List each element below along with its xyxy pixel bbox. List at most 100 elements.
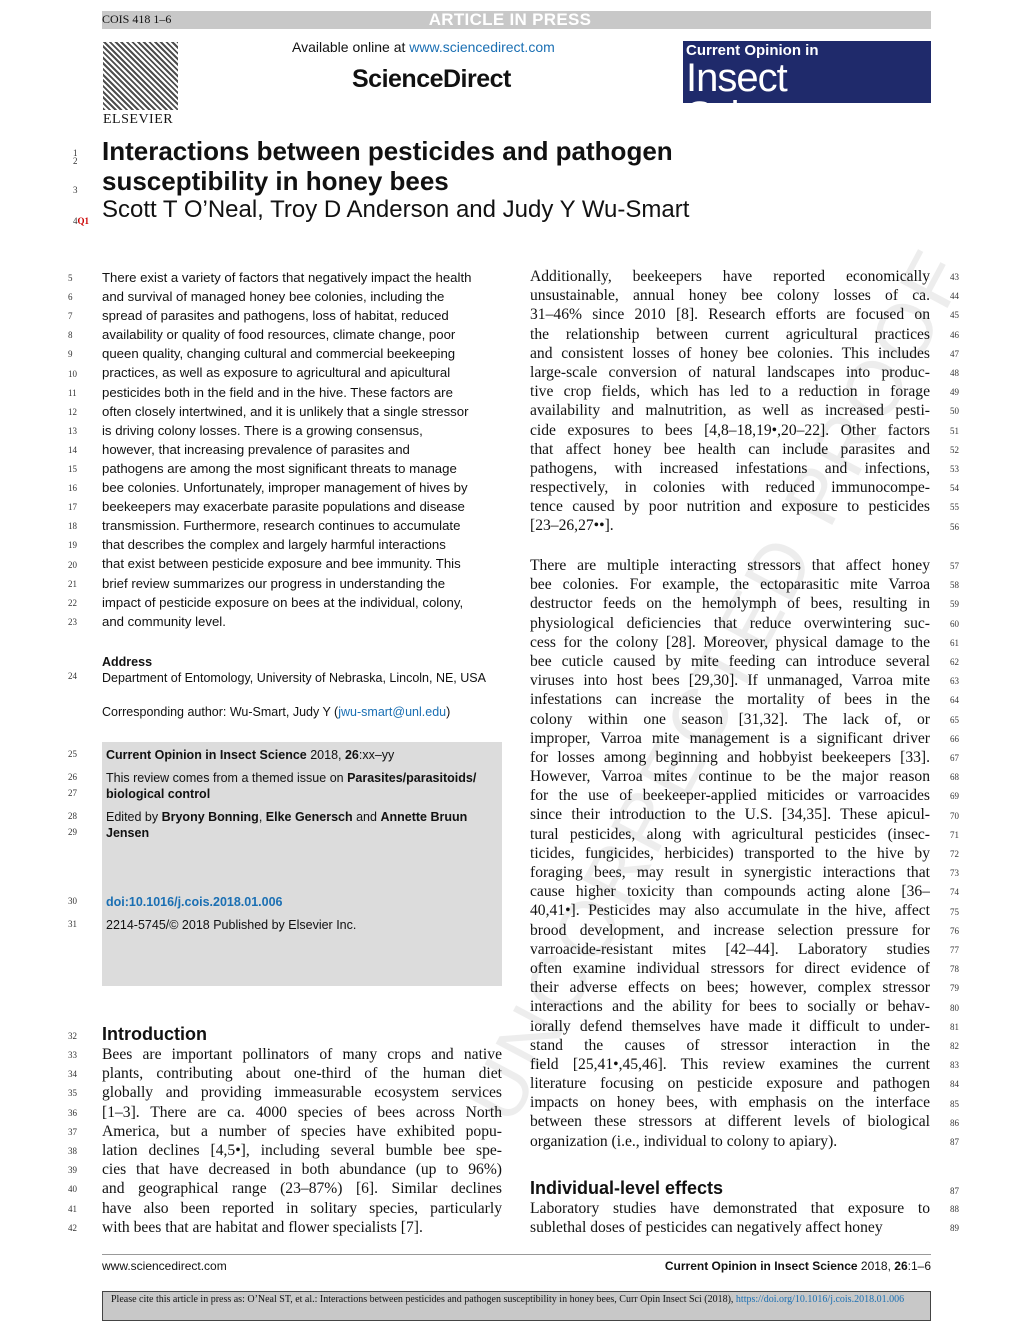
email-link[interactable]: jwu-smart@unl.edu bbox=[338, 705, 446, 719]
citation-doi-link[interactable]: https://doi.org/10.1016/j.cois.2018.01.0… bbox=[736, 1294, 904, 1305]
text-line: literature focusing on pesticide exposur… bbox=[530, 1075, 930, 1093]
section-heading-individual: Individual-level effects bbox=[530, 1178, 724, 1198]
text-line: interactions and the ability for bees to… bbox=[530, 998, 930, 1016]
text-line: transmission. Furthermore, research cont… bbox=[102, 518, 461, 534]
line-number: 55 bbox=[950, 502, 959, 513]
line-number: 30 bbox=[68, 896, 77, 906]
line-number: 25 bbox=[68, 749, 77, 759]
available-label: Available online at bbox=[292, 39, 410, 55]
text-line: sublethal doses of pesticides can negati… bbox=[530, 1219, 883, 1237]
text-line: tive crop fields, which has led to a red… bbox=[530, 383, 930, 401]
text-segment: Current Opinion in Insect Science bbox=[106, 748, 307, 762]
text-line: cess for the colony [28]. Moreover, phys… bbox=[530, 633, 930, 651]
text-line: often examine individual stressors for d… bbox=[530, 959, 930, 977]
line-number: 28 bbox=[68, 811, 77, 821]
text-line: practices, as well as exposure to agricu… bbox=[102, 365, 451, 381]
line-number: 48 bbox=[950, 368, 959, 378]
line-number: 86 bbox=[950, 1117, 959, 1128]
line-number: 32 bbox=[68, 1031, 77, 1041]
introduction-body: Bees are important pollinators of many c… bbox=[102, 1045, 502, 1237]
footer-journal: Current Opinion in Insect Science 2018, … bbox=[665, 1259, 931, 1273]
line-number: 21 bbox=[68, 578, 77, 589]
line-number: 14 bbox=[68, 444, 77, 455]
text-line: Laboratory studies have demonstrated tha… bbox=[530, 1200, 930, 1217]
address-section: Address Department of Entomology, Univer… bbox=[102, 654, 502, 720]
text-line: 31–46% since 2010 [8]. Research efforts … bbox=[530, 306, 930, 324]
text-line: stand the causes of stressor interaction… bbox=[530, 1036, 930, 1054]
text-line: improper, Varroa mite management is a si… bbox=[530, 729, 930, 747]
text-line: that affect honey bee health can include… bbox=[530, 440, 930, 458]
text-line: between these stressors at different lev… bbox=[530, 1113, 930, 1131]
text-segment: Elke Genersch bbox=[265, 810, 353, 824]
line-number: 79 bbox=[950, 983, 959, 994]
line-number: 74 bbox=[950, 887, 959, 898]
copyright: 2214-5745/© 2018 Published by Elsevier I… bbox=[106, 918, 357, 932]
text-line: cause higher toxicity than compounds act… bbox=[530, 883, 930, 901]
line-number: 67 bbox=[950, 753, 959, 763]
text-line: pesticides both in the field and in the … bbox=[102, 384, 453, 400]
journal-logo: Current Opinion in Insect Science bbox=[683, 41, 931, 136]
line-number: 4Q1 bbox=[73, 216, 89, 226]
abstract: There exist a variety of factors that ne… bbox=[102, 268, 502, 631]
footer-divider bbox=[102, 1254, 931, 1255]
paragraph: There are multiple interacting stressors… bbox=[530, 556, 930, 1151]
line-number: 87 bbox=[950, 1186, 959, 1196]
line-number: 68 bbox=[950, 772, 959, 783]
text-line: for losses among beginning and hobbyist … bbox=[530, 748, 930, 766]
text-segment: , bbox=[258, 810, 266, 824]
line-number: 85 bbox=[950, 1098, 959, 1109]
query-mark[interactable]: Q1 bbox=[78, 216, 90, 226]
text-line: [23–26,27••]. bbox=[530, 517, 614, 535]
citation-box: Please cite this article in press as: O’… bbox=[102, 1291, 931, 1321]
line-number: 69 bbox=[950, 791, 959, 802]
line-number: 34 bbox=[68, 1069, 77, 1080]
text-line: the relationship between current agricul… bbox=[530, 325, 930, 343]
text-line: field [25,41•,45,46]. This review examin… bbox=[530, 1055, 930, 1073]
line-number: 57 bbox=[950, 561, 959, 571]
publisher-name: ELSEVIER bbox=[103, 112, 174, 127]
text-line: pathogens are among the most significant… bbox=[102, 460, 457, 476]
text-line: impacts on honey bees, with emphasis on … bbox=[530, 1094, 930, 1112]
line-number: 43 bbox=[950, 272, 959, 282]
line-number: 8 bbox=[68, 330, 73, 341]
line-number: 11 bbox=[68, 387, 77, 398]
line-number: 83 bbox=[950, 1060, 959, 1071]
text-line: lation declines [4,5•], including severa… bbox=[102, 1141, 502, 1159]
text-segment: 26 bbox=[344, 748, 359, 762]
text-line: have also been reported in solitary spec… bbox=[102, 1199, 502, 1217]
doi-link[interactable]: doi:10.1016/j.cois.2018.01.006 bbox=[106, 894, 283, 910]
line-number: 76 bbox=[950, 925, 959, 936]
text-segment: and bbox=[352, 810, 381, 824]
line-number: 66 bbox=[950, 733, 959, 744]
line-number: 33 bbox=[68, 1050, 77, 1060]
line-number: 12 bbox=[68, 406, 77, 417]
line-number: 71 bbox=[950, 829, 959, 840]
line-number: 38 bbox=[68, 1146, 77, 1156]
text-line: There exist a variety of factors that ne… bbox=[102, 270, 472, 285]
text-line: brief review summarizes our progress in … bbox=[102, 575, 446, 591]
text-line: pathogens, with increased infestations a… bbox=[530, 459, 930, 477]
line-number: 2 bbox=[73, 156, 78, 166]
line-number: 23 bbox=[68, 616, 77, 627]
line-number: 22 bbox=[68, 597, 77, 608]
text-segment: biological control bbox=[106, 787, 211, 801]
text-line: and consistent losses of honey bee colon… bbox=[530, 344, 930, 362]
line-number: 6 bbox=[68, 292, 73, 303]
line-number: 15 bbox=[68, 464, 77, 474]
line-number: 73 bbox=[950, 868, 959, 879]
line-number: 51 bbox=[950, 425, 959, 436]
text-line: for the use of beekeeper-applied miticid… bbox=[530, 787, 930, 805]
line-number: 10 bbox=[68, 368, 77, 379]
sciencedirect-link[interactable]: www.sciencedirect.com bbox=[409, 39, 555, 55]
line-number: 3 bbox=[73, 185, 78, 195]
text-line: There are multiple interacting stressors… bbox=[530, 557, 930, 574]
article-title: Interactions between pesticides and path… bbox=[102, 136, 673, 196]
line-number: 35 bbox=[68, 1088, 77, 1099]
line-number: 36 bbox=[68, 1107, 77, 1118]
line-number: 31 bbox=[68, 919, 77, 929]
text-line: However, Varroa mites continue to be the… bbox=[530, 768, 930, 786]
text-segment: Jensen bbox=[106, 826, 150, 840]
line-number: 46 bbox=[950, 329, 959, 340]
text-line: however, that increasing prevalence of p… bbox=[102, 441, 410, 457]
line-number: 41 bbox=[68, 1203, 77, 1214]
